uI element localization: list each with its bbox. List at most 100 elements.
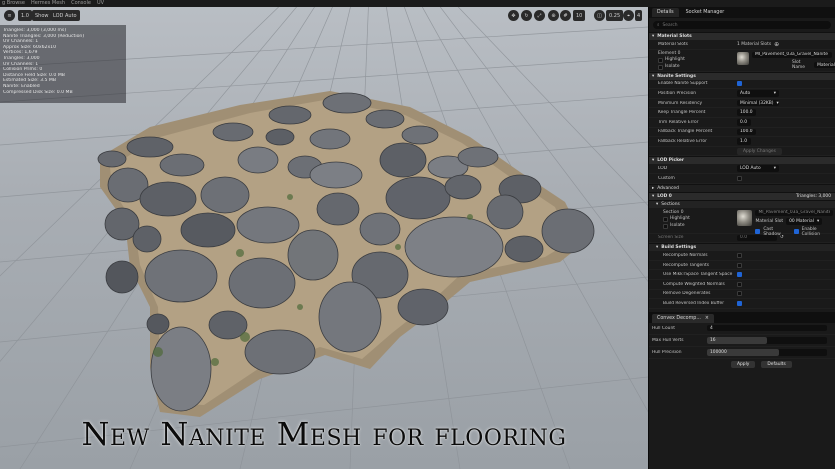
material-slot-label: Material Slot [755,218,784,224]
weighted-normals-checkbox[interactable] [737,281,742,287]
section-isolate-label: Isolate [670,222,685,228]
slider-value: 16 [710,337,716,343]
material-slots-row: Material Slots 1 Material Slots ⊕ [649,40,835,50]
section-build-settings[interactable]: ▾ Build Settings [649,243,835,252]
remove-degenerates-checkbox[interactable] [737,291,742,297]
trim-relative-error-row: Trim Relative Error 0.0 [649,118,835,128]
add-slot-icon[interactable]: ⊕ [774,41,779,48]
tab-socket-manager[interactable]: Socket Manager [681,8,730,17]
recompute-tangents-checkbox[interactable] [737,262,742,268]
max-hull-verts-row: Max Hull Verts 16 [649,335,835,347]
chevron-down-icon: ▾ [652,73,655,79]
section-highlight-checkbox[interactable] [663,216,668,222]
material-picker[interactable]: MI_Pavement_03a_Gravel_Nanite [752,51,833,59]
tab-details[interactable]: Details [652,8,679,17]
rotate-mode-icon[interactable]: ↻ [521,10,532,21]
top-item-browse[interactable]: g Browse [2,0,25,7]
fallback-relative-error-field[interactable]: 1.0 [737,138,751,145]
tab-convex-label: Convex Decomp... [657,315,701,321]
row-label: LOD [658,166,668,172]
top-item-uv[interactable]: UV [97,0,104,7]
tab-convex-decomposition[interactable]: Convex Decomp... × [652,313,714,323]
position-precision-dropdown[interactable]: Auto ▾ [737,90,779,97]
section-material-picker[interactable]: MI_Pavement_03a_Gravel_Nanite [755,209,834,217]
viewport-menu-icon[interactable]: ≡ [4,10,15,21]
slider-value: 100000 [710,349,727,355]
hull-precision-slider[interactable]: 100000 [707,348,827,356]
convex-tab-strip: Convex Decomp... × [649,311,835,323]
section-title: Build Settings [661,245,697,251]
fov-button[interactable]: 1.0 [18,10,32,21]
scale-snap-value[interactable]: 0.25 [606,10,624,21]
chevron-down-icon: ▾ [776,100,779,106]
recompute-tangents-row: Recompute Tangents [649,261,835,271]
slot-name-field[interactable]: Material [814,61,835,69]
dropdown-value: LOD Auto [740,166,761,172]
row-label: Remove Degenerates [663,291,711,297]
material-slot-dropdown[interactable]: 00 Material ▾ [786,218,823,225]
editor-top-strip: g Browse Hermes Mesh Console UV [0,0,835,7]
reset-icon[interactable]: ↺ [780,235,784,240]
mikktspace-checkbox[interactable] [737,272,742,278]
tab-socket-label: Socket Manager [685,10,725,15]
scale-snap-icon[interactable]: ◫ [594,10,605,21]
minimum-residency-dropdown[interactable]: Minimal (32KB) ▾ [737,99,779,107]
section-lod-picker[interactable]: ▾ LOD Picker [649,156,835,165]
top-item-mesh[interactable]: Hermes Mesh [31,0,65,7]
custom-row: Custom [649,174,835,184]
slot-name-label: Slot Name [792,60,805,71]
isolate-label: Isolate [665,63,680,69]
enable-collision-checkbox[interactable] [793,229,799,235]
grid-snap-icon[interactable]: # [560,10,571,21]
camera-speed-icon[interactable]: ⌖ [623,10,634,21]
trim-relative-error-field[interactable]: 0.0 [737,119,751,126]
reversed-index-row: Build Reversed Index Buffer [649,299,835,309]
camera-speed-value[interactable]: 4 [635,10,643,21]
scale-mode-icon[interactable]: ⤢ [534,10,545,21]
reversed-index-checkbox[interactable] [737,300,742,306]
weighted-normals-row: Compute Weighted Normals [649,280,835,290]
section-nanite-settings[interactable]: ▾ Nanite Settings [649,71,835,80]
row-label: Screen Size [658,235,684,241]
apply-changes-button[interactable]: Apply Changes [737,147,782,155]
material-thumbnail[interactable] [737,51,750,65]
row-label: Fallback Relative Error [658,138,707,144]
lod-dropdown[interactable]: LOD Auto ▾ [737,165,779,172]
screen-size-field[interactable]: 0.0 [737,234,777,242]
section-sections[interactable]: ▾ Sections [649,199,835,208]
section-material-slots[interactable]: ▾ Material Slots [649,32,835,40]
section-isolate-checkbox[interactable] [663,223,668,229]
convex-defaults-button[interactable]: Defaults [761,360,792,368]
custom-lod-checkbox[interactable] [737,175,742,181]
grid-snap-value[interactable]: 10 [573,10,586,21]
keep-triangle-percent-row: Keep Triangle Percent 100.0 [649,108,835,118]
keep-triangle-percent-field[interactable]: 100.0 [737,109,756,116]
lod0-section-block: Section 0 Highlight Isolate MI_Pavement_… [649,208,835,237]
details-search-input[interactable]: ⌕ Search [653,21,831,29]
lod-auto-button[interactable]: LOD Auto [50,10,80,21]
minimum-residency-row: Minimum Residency Minimal (32KB) ▾ [649,99,835,109]
world-space-icon[interactable]: ⊕ [548,10,559,21]
section-advanced[interactable]: ▸ Advanced [649,183,835,192]
enable-nanite-checkbox[interactable] [737,81,742,87]
cast-shadow-checkbox[interactable] [755,229,761,235]
mesh-viewport[interactable]: ≡ 1.0 Show LOD Auto ✥ ↻ ⤢ ⊕ # 10 ◫ 0.25 … [0,7,648,469]
top-item-console[interactable]: Console [71,0,91,7]
section-lod0[interactable]: ▾ LOD 0 Triangles: 3,000 [649,191,835,200]
show-button[interactable]: Show [32,10,52,21]
hull-count-field[interactable]: 4 [707,324,827,332]
chevron-down-icon: ▾ [773,90,776,96]
max-hull-verts-slider[interactable]: 16 [707,336,827,344]
convex-apply-button[interactable]: Apply [731,360,756,368]
screen-size-row: Screen Size 0.0 ↺ [649,234,835,244]
recompute-normals-checkbox[interactable] [737,252,742,258]
position-precision-row: Position Precision Auto ▾ [649,89,835,99]
close-icon[interactable]: × [705,316,709,321]
highlight-checkbox[interactable] [658,57,663,63]
mikktspace-row: Use MikkTSpace Tangent Space [649,270,835,280]
fallback-triangle-percent-field[interactable]: 100.0 [737,128,756,136]
section-material-thumbnail[interactable] [737,209,753,226]
move-mode-icon[interactable]: ✥ [508,10,519,21]
isolate-checkbox[interactable] [658,64,663,70]
tab-details-label: Details [657,10,674,15]
